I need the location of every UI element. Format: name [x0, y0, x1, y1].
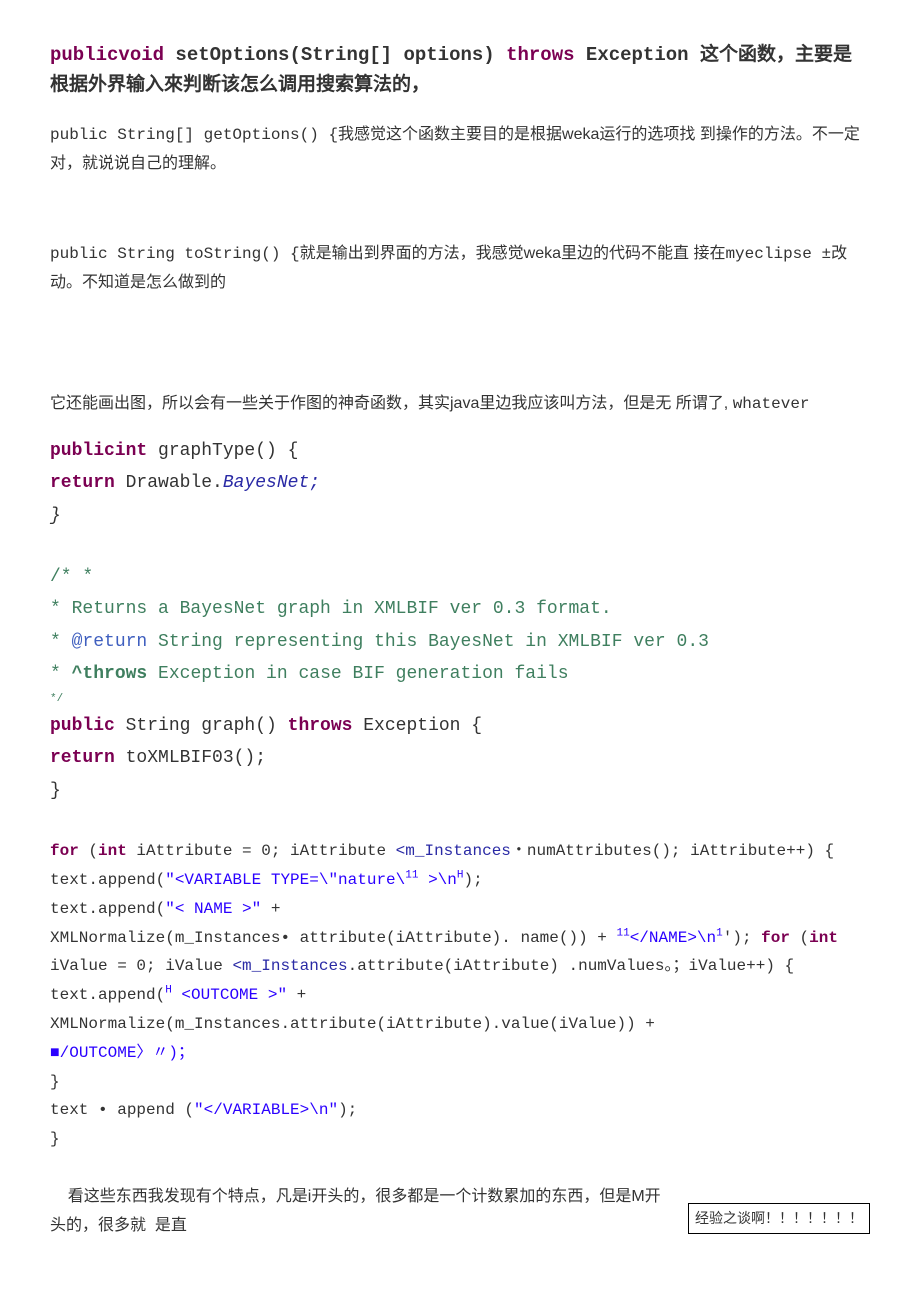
kw-return-2: return	[50, 748, 115, 768]
code-getoptions: public String[] getOptions() {	[50, 126, 338, 144]
keyword-throws: throws	[506, 44, 574, 66]
sig-setoptions: setOptions(String[] options)	[164, 44, 506, 66]
close-brace-2: }	[50, 775, 870, 807]
drawable: Drawable.	[115, 473, 223, 493]
graphtype-sig: graphType() {	[147, 441, 298, 461]
comment-l2: * Returns a BayesNet graph in XMLBIF ver…	[50, 593, 870, 625]
code-whatever: whatever	[733, 395, 810, 413]
bayesnet-ref: BayesNet;	[223, 473, 320, 493]
tag-return: @return	[72, 632, 148, 652]
kw-public: public	[50, 716, 115, 736]
code-tostring: public String toString() {	[50, 245, 300, 263]
code-comment: /* * * Returns a BayesNet graph in XMLBI…	[50, 561, 870, 710]
paragraph-tostring: public String toString() {就是输出到界面的方法，我感觉…	[50, 240, 870, 298]
kw-throws-2: throws	[288, 716, 353, 736]
code-graphtype: publicint graphType() { return Drawable.…	[50, 435, 870, 532]
code-loop: for (int iAttribute = 0; iAttribute <m_I…	[50, 837, 870, 1154]
code-myeclipse: myeclipse ±	[725, 245, 831, 263]
close-brace-1: }	[50, 500, 870, 532]
cn-drawing: 它还能画出图，所以会有一些关于作图的神奇函数，其实java里边我应该叫方法，但是…	[50, 395, 733, 412]
callout-box: 经验之谈啊！！！！！！！	[688, 1203, 870, 1234]
bottom-section: 看这些东西我发现有个特点，凡是i开头的，很多都是一个计数累加的东西，但是M开头的…	[50, 1183, 870, 1241]
tag-throws: ^throws	[72, 664, 148, 684]
comment-l5: */	[50, 690, 870, 710]
kw-publicint: publicint	[50, 441, 147, 461]
comment-l1: /* *	[50, 561, 870, 593]
cn-tostring-1: 就是输出到界面的方法，我感觉weka里边的代码不能直 接在	[300, 245, 726, 262]
paragraph-drawing: 它还能画出图，所以会有一些关于作图的神奇函数，其实java里边我应该叫方法，但是…	[50, 390, 870, 419]
exception-text: Exception	[575, 44, 700, 66]
paragraph-getoptions: public String[] getOptions() {我感觉这个函数主要目…	[50, 121, 870, 179]
bottom-cn-text: 看这些东西我发现有个特点，凡是i开头的，很多都是一个计数累加的东西，但是M开头的…	[50, 1183, 668, 1241]
kw-return: return	[50, 473, 115, 493]
page-title: publicvoid setOptions(String[] options) …	[50, 40, 870, 101]
keyword-publicvoid: publicvoid	[50, 44, 164, 66]
code-graph: public String graph() throws Exception {…	[50, 710, 870, 807]
